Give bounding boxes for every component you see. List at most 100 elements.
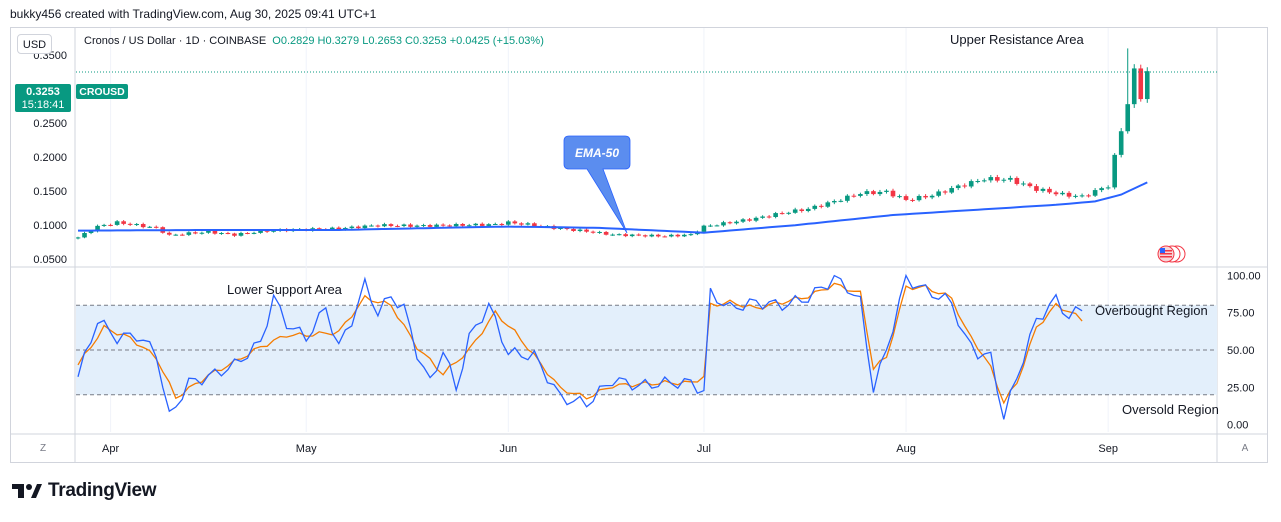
price-tick-label: 0.2000 bbox=[33, 152, 67, 164]
candle bbox=[577, 228, 583, 233]
candle bbox=[525, 221, 531, 226]
timezone-z-button[interactable]: Z bbox=[35, 441, 51, 457]
candle bbox=[623, 233, 628, 238]
candle bbox=[936, 189, 941, 198]
candle bbox=[238, 231, 244, 237]
candle bbox=[766, 215, 772, 219]
candle bbox=[812, 204, 818, 211]
candle bbox=[981, 178, 987, 183]
oscillator-tick-label: 50.00 bbox=[1227, 345, 1255, 357]
time-tick-label: Aug bbox=[896, 443, 916, 455]
candle bbox=[395, 224, 400, 228]
candle bbox=[440, 223, 446, 227]
candle bbox=[571, 227, 576, 232]
auto-scale-button[interactable]: A bbox=[1237, 441, 1253, 457]
current-price-value: 0.3253 bbox=[26, 86, 60, 98]
ohlc-low: L0.2653 bbox=[362, 35, 402, 47]
candle bbox=[590, 230, 596, 234]
price-tick-label: 0.1500 bbox=[33, 186, 67, 198]
us-flag-events-icon[interactable] bbox=[1157, 245, 1186, 263]
candle bbox=[1105, 185, 1111, 190]
candle bbox=[1047, 186, 1052, 194]
candle bbox=[1112, 153, 1117, 190]
candle bbox=[995, 174, 1000, 183]
symbol-title: Cronos / US Dollar · 1D · COINBASE bbox=[84, 35, 267, 47]
candle bbox=[792, 207, 798, 214]
time-tick-label: Sep bbox=[1098, 443, 1118, 455]
candle bbox=[1138, 64, 1144, 102]
ohlc-change: +0.0425 (+15.03%) bbox=[449, 35, 544, 47]
candle bbox=[1131, 64, 1137, 108]
candle bbox=[251, 231, 257, 235]
candle bbox=[147, 225, 153, 229]
price-tick-label: 0.0500 bbox=[33, 254, 67, 266]
upper-resistance-label: Upper Resistance Area bbox=[950, 32, 1084, 47]
candle bbox=[740, 218, 746, 224]
oscillator-tick-label: 100.00 bbox=[1227, 270, 1261, 282]
candle bbox=[173, 233, 179, 236]
candle-countdown: 15:18:41 bbox=[22, 99, 65, 111]
candle bbox=[1027, 182, 1033, 188]
candle bbox=[108, 223, 113, 227]
candle bbox=[408, 223, 413, 229]
ohlc-open: O0.2829 bbox=[272, 35, 315, 47]
symbol-tag: CROUSD bbox=[79, 86, 125, 98]
candle bbox=[140, 222, 146, 229]
candle bbox=[1040, 187, 1046, 193]
time-tick-label: May bbox=[296, 443, 317, 455]
candle bbox=[629, 233, 635, 238]
candle bbox=[916, 194, 922, 202]
candle bbox=[655, 233, 661, 238]
candle bbox=[1099, 186, 1104, 193]
candle bbox=[1034, 183, 1039, 193]
candle bbox=[519, 222, 524, 226]
symbol-legend: Cronos / US Dollar · 1D · COINBASE O0.28… bbox=[84, 35, 544, 47]
currency-button[interactable]: USD bbox=[17, 34, 52, 54]
candle bbox=[101, 223, 107, 227]
candle bbox=[127, 222, 133, 226]
candle bbox=[871, 189, 876, 196]
candle bbox=[134, 222, 139, 227]
candle bbox=[968, 179, 974, 189]
candle bbox=[858, 192, 863, 198]
candle bbox=[851, 193, 857, 198]
candle bbox=[114, 220, 120, 226]
candle bbox=[1066, 191, 1072, 199]
tradingview-logo[interactable]: TradingView bbox=[12, 480, 157, 502]
candle bbox=[382, 222, 387, 228]
candle bbox=[675, 233, 681, 238]
ohlc-high: H0.3279 bbox=[317, 35, 360, 47]
candle bbox=[682, 233, 687, 238]
time-tick-label: Jul bbox=[697, 443, 711, 455]
price-tick-label: 0.2500 bbox=[33, 118, 67, 130]
candle bbox=[219, 232, 224, 235]
candle bbox=[636, 233, 642, 237]
candle bbox=[773, 211, 778, 219]
time-tick-label: Jun bbox=[499, 443, 517, 455]
candle bbox=[753, 216, 759, 223]
oscillator-tick-label: 0.00 bbox=[1227, 420, 1248, 432]
oscillator-tick-label: 75.00 bbox=[1227, 308, 1255, 320]
candle bbox=[1125, 48, 1131, 134]
candle bbox=[714, 224, 720, 227]
candle bbox=[708, 224, 713, 227]
candle bbox=[1092, 188, 1098, 198]
lower-support-label: Lower Support Area bbox=[227, 282, 343, 297]
candle bbox=[76, 236, 81, 240]
candle bbox=[499, 222, 505, 227]
chart-canvas[interactable]: 0.35000.30000.25000.20000.15000.10000.05… bbox=[0, 0, 1281, 522]
candle bbox=[121, 220, 126, 226]
candle bbox=[1144, 67, 1150, 103]
candle bbox=[1053, 190, 1059, 197]
candle bbox=[603, 230, 609, 236]
candle bbox=[910, 198, 915, 203]
candle bbox=[369, 224, 374, 227]
candle bbox=[779, 211, 785, 215]
candle bbox=[864, 189, 870, 197]
candle bbox=[642, 234, 648, 238]
candle bbox=[929, 194, 935, 200]
candle bbox=[799, 208, 805, 213]
candle bbox=[166, 231, 172, 236]
candle bbox=[186, 231, 192, 237]
price-tick-label: 0.1000 bbox=[33, 220, 67, 232]
